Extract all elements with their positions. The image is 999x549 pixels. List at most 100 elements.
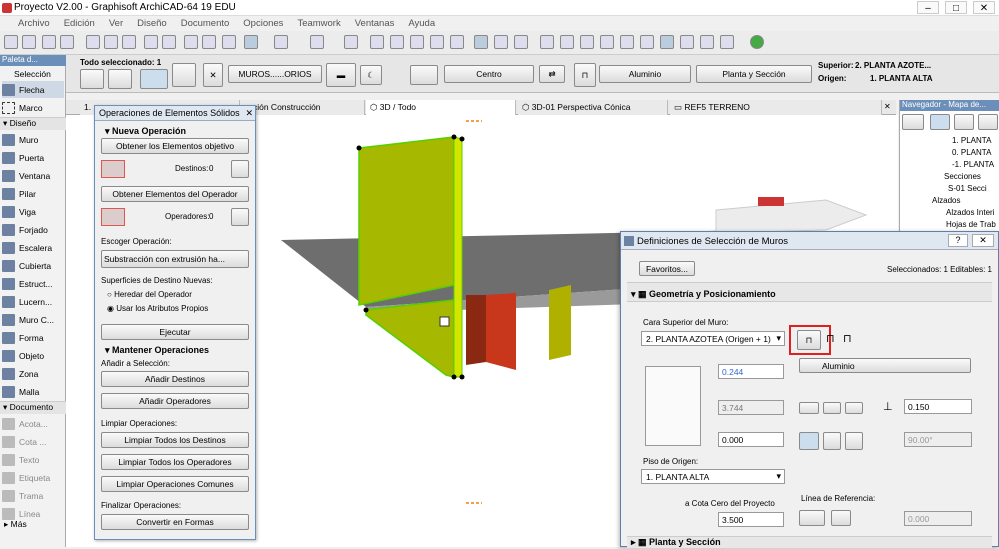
plan-section-label[interactable]: ▸ ▦ Planta y Sección <box>631 537 721 548</box>
polygonal-wall-icon[interactable] <box>845 402 863 414</box>
lock-icon[interactable] <box>430 35 444 49</box>
tool-zone[interactable]: Zona <box>2 365 64 382</box>
offset-field[interactable]: 0.000 <box>718 432 784 447</box>
operation-select[interactable]: Substracción con extrusión ha... <box>101 250 249 268</box>
tool-door[interactable]: Puerta <box>2 149 64 166</box>
paint-icon[interactable] <box>680 35 694 49</box>
plan-section-button[interactable]: Planta y Sección <box>696 65 812 83</box>
get-targets-button[interactable]: Obtener los Elementos objetivo <box>101 138 249 154</box>
tab-section[interactable]: ección Construcción <box>240 100 365 115</box>
hotspot-icon[interactable] <box>439 316 450 327</box>
show-operators-button[interactable] <box>231 208 249 226</box>
minimize-button[interactable]: – <box>917 1 939 14</box>
wall-settings-icon[interactable] <box>172 63 196 87</box>
menu-diseno[interactable]: Diseño <box>137 18 167 29</box>
find-select-icon[interactable] <box>184 35 198 49</box>
tab-close-icon[interactable]: ✕ <box>884 102 891 111</box>
layout-book-icon[interactable] <box>954 114 974 130</box>
snap-guides-icon[interactable] <box>244 35 258 49</box>
menu-edicion[interactable]: Edición <box>64 18 95 29</box>
wall-top-option-1[interactable]: ⊓ <box>797 330 821 350</box>
ref-line-icon[interactable] <box>410 65 438 85</box>
tool-marquee[interactable]: Marco <box>2 99 64 116</box>
stair-icon[interactable] <box>540 35 554 49</box>
nav-item-elevations[interactable]: Alzados <box>932 196 960 205</box>
house-icon[interactable] <box>620 35 634 49</box>
grid-snap-icon[interactable] <box>274 35 288 49</box>
nav-item-floor-minus1[interactable]: -1. PLANTA <box>952 160 994 169</box>
new-op-header[interactable]: ▾ Nueva Operación <box>105 126 186 137</box>
syringe-icon[interactable] <box>222 35 236 49</box>
tool-label[interactable]: Etiqueta <box>2 469 64 486</box>
ref-offset-field[interactable]: 0.000 <box>904 511 972 526</box>
geometry-method-3[interactable] <box>140 69 168 89</box>
brush-icon[interactable] <box>720 35 734 49</box>
suspend-groups-icon[interactable] <box>370 35 384 49</box>
dialog-help-button[interactable]: ? <box>948 234 968 247</box>
view-map-icon[interactable] <box>930 114 950 130</box>
maximize-button[interactable]: □ <box>945 1 967 14</box>
nav-item-interior[interactable]: Alzados Interi <box>946 208 994 217</box>
tool-window[interactable]: Ventana <box>2 167 64 184</box>
trapezoid-wall-icon[interactable] <box>823 402 841 414</box>
tool-curtain-wall[interactable]: Muro C... <box>2 311 64 328</box>
section-design[interactable]: ▾ Diseño <box>0 117 66 130</box>
tool-structure[interactable]: Estruct... <box>2 275 64 292</box>
paste-icon[interactable] <box>122 35 136 49</box>
open-file-icon[interactable] <box>22 35 36 49</box>
tool-level-dim[interactable]: Cota ... <box>2 433 64 450</box>
save-icon[interactable] <box>42 35 56 49</box>
get-operators-button[interactable]: Obtener Elementos del Operador <box>101 186 249 202</box>
angle-field[interactable]: 90.00° <box>904 432 972 447</box>
add-operators-button[interactable]: Añadir Operadores <box>101 393 249 409</box>
add-targets-button[interactable]: Añadir Destinos <box>101 371 249 387</box>
solid-ops-icon[interactable] <box>474 35 488 49</box>
zero-field[interactable]: 3.500 <box>718 512 784 527</box>
tool-wall[interactable]: Muro <box>2 131 64 148</box>
ref-line-select[interactable] <box>799 510 825 526</box>
publisher-icon[interactable] <box>978 114 998 130</box>
geometry-method-1[interactable] <box>80 69 104 89</box>
double-slanted-wall-icon[interactable] <box>845 432 863 450</box>
project-map-icon[interactable] <box>902 114 924 130</box>
execute-button[interactable]: Ejecutar <box>101 324 249 340</box>
tool-beam[interactable]: Viga <box>2 203 64 220</box>
arrow-tool-icon[interactable] <box>344 35 358 49</box>
height-field[interactable]: 0.244 <box>718 364 784 379</box>
reference-line-select[interactable]: Centro <box>444 65 534 83</box>
wall-top-option-2[interactable]: ⊓ <box>826 332 835 345</box>
clear-targets-button[interactable]: Limpiar Todos los Destinos <box>101 432 249 448</box>
menu-documento[interactable]: Documento <box>181 18 230 29</box>
floor-select[interactable]: 1. PLANTA ALTA <box>641 469 785 484</box>
menu-opciones[interactable]: Opciones <box>243 18 283 29</box>
tool-slab[interactable]: Forjado <box>2 221 64 238</box>
own-attributes-radio[interactable]: ◉ Usar los Atributos Propios <box>107 304 208 313</box>
new-file-icon[interactable] <box>4 35 18 49</box>
wall-top-option-3[interactable]: ⊓ <box>843 332 852 345</box>
more-tools[interactable]: ▸ Más <box>4 519 27 530</box>
origin-value[interactable]: 1. PLANTA ALTA <box>870 74 933 83</box>
slanted-wall-icon[interactable] <box>823 432 841 450</box>
nav-item-s01[interactable]: S-01 Secci <box>948 184 987 193</box>
tool-mesh[interactable]: Malla <box>2 383 64 400</box>
copy-icon[interactable] <box>104 35 118 49</box>
height2-field[interactable]: 3.744 <box>718 400 784 415</box>
tool-text[interactable]: Texto <box>2 451 64 468</box>
section-document[interactable]: ▾ Documento <box>0 401 66 414</box>
tool-dimension[interactable]: Acota... <box>2 415 64 432</box>
undo-icon[interactable] <box>144 35 158 49</box>
redo-icon[interactable] <box>162 35 176 49</box>
tool-skylight[interactable]: Lucern... <box>2 293 64 310</box>
tool-stair[interactable]: Escalera <box>2 239 64 256</box>
wall-profile-icon[interactable]: ⊓ <box>574 63 596 87</box>
clear-operators-button[interactable]: Limpiar Todos los Operadores <box>101 454 249 470</box>
straight-wall-icon[interactable] <box>799 402 819 414</box>
curved-wall-icon[interactable]: ☾ <box>360 65 382 85</box>
show-targets-button[interactable] <box>231 160 249 178</box>
favorites-button[interactable]: Favoritos... <box>639 261 695 276</box>
ops-close-icon[interactable]: ✕ <box>245 108 253 119</box>
ref-line-flip[interactable] <box>831 510 851 526</box>
geometry-method-2[interactable] <box>108 69 132 89</box>
dialog-material-select[interactable]: Aluminio <box>799 358 971 373</box>
menu-ver[interactable]: Ver <box>109 18 123 29</box>
